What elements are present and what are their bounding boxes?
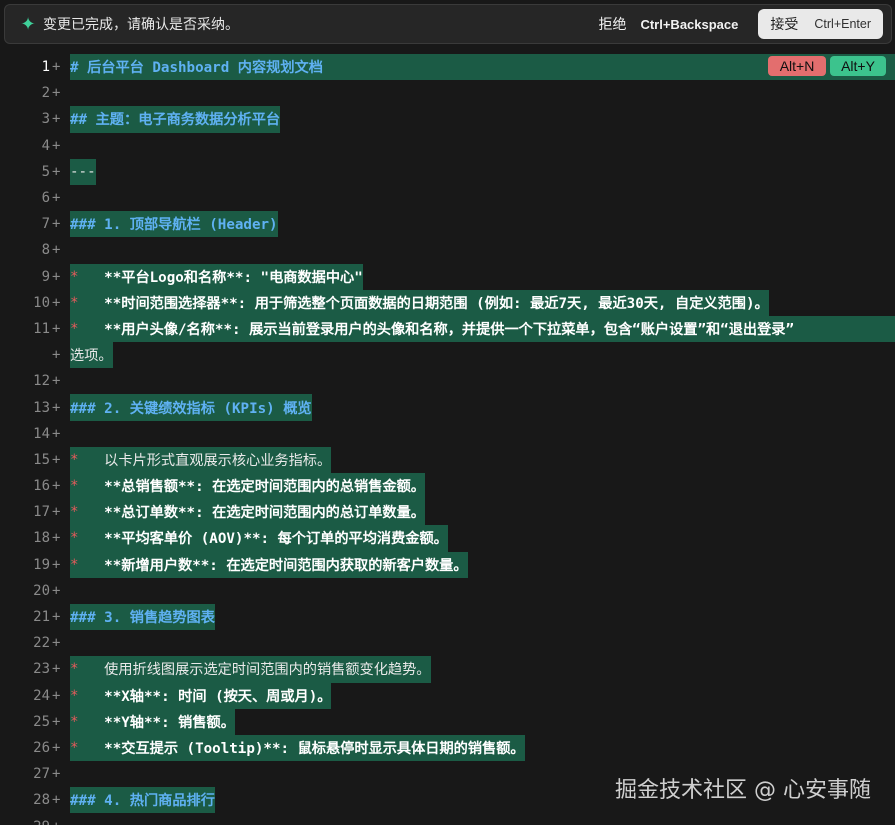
line-gutter: 24 + [33, 687, 61, 704]
line-gutter: 9 + [41, 268, 61, 285]
editor-line: 1 + # 后台平台 Dashboard 内容规划文档 Alt+N Alt+Y [0, 54, 895, 81]
editor-line: 5 + --- [0, 158, 895, 185]
line-gutter: 25 + [33, 713, 61, 730]
line-gutter: 8 + [41, 242, 61, 259]
editor-line-wrap: + 选项。 [0, 342, 895, 369]
line-gutter: 27 + [33, 766, 61, 783]
line-content[interactable]: ### 3. 销售趋势图表 [70, 603, 215, 631]
line-gutter: 5 + [41, 163, 61, 180]
editor-line: 14 + [0, 421, 895, 447]
editor-line: 11 + * **用户头像/名称**: 展示当前登录用户的头像和名称，并提供一个下… [0, 315, 895, 343]
editor-line: 21 + ### 3. 销售趋势图表 [0, 603, 895, 631]
line-content[interactable]: * **平台Logo和名称**: "电商数据中心" [70, 263, 363, 290]
editor-line: 6 + [0, 185, 895, 211]
line-content[interactable]: --- [70, 158, 96, 185]
accept-button[interactable]: 接受 Ctrl+Enter [758, 9, 883, 39]
line-gutter: 20 + [33, 582, 61, 599]
line-gutter: 15 + [33, 451, 61, 468]
line-content[interactable]: ### 4. 热门商品排行 [70, 787, 215, 814]
editor-line: 7 + ### 1. 顶部导航栏 (Header) [0, 211, 895, 238]
code-editor[interactable]: 1 + # 后台平台 Dashboard 内容规划文档 Alt+N Alt+Y 2… [0, 54, 895, 825]
line-content[interactable]: ## 主题：电子商务数据分析平台 [70, 106, 281, 133]
line-gutter: 26 + [33, 739, 61, 756]
line-gutter: 13 + [33, 399, 61, 416]
line-content[interactable]: ### 2. 关键绩效指标 (KPIs) 概览 [70, 394, 312, 421]
line-content[interactable]: * **用户头像/名称**: 展示当前登录用户的头像和名称，并提供一个下拉菜单，… [70, 315, 895, 343]
editor-line: 15 + * 以卡片形式直观展示核心业务指标。 [0, 446, 895, 473]
line-gutter: 11 + [33, 320, 61, 337]
line-content[interactable]: ### 1. 顶部导航栏 (Header) [70, 211, 278, 238]
editor-line: 26 + * **交互提示 (Tooltip)**: 鼠标悬停时显示具体日期的销售… [0, 734, 895, 762]
accept-shortcut: Ctrl+Enter [814, 17, 871, 31]
sparkle-icon: ✦ [20, 13, 36, 34]
line-gutter: 28 + [33, 792, 61, 809]
line-content[interactable]: * 以卡片形式直观展示核心业务指标。 [70, 446, 332, 473]
line-content[interactable]: 选项。 [70, 342, 113, 369]
line-content[interactable]: * **总订单数**: 在选定时间范围内的总订单数量。 [70, 499, 425, 526]
line-content[interactable]: * 使用折线图展示选定时间范围内的销售额变化趋势。 [70, 656, 431, 683]
line-gutter: 6 + [41, 190, 61, 207]
line-gutter: 29+ [0, 813, 66, 825]
reject-shortcut: Ctrl+Backspace [640, 16, 739, 32]
inline-accept-button[interactable]: Alt+Y [830, 56, 886, 76]
editor-line: 29+ [0, 813, 895, 825]
editor-line: 9 + * **平台Logo和名称**: "电商数据中心" [0, 263, 895, 290]
line-content[interactable]: * **Y轴**: 销售额。 [70, 708, 235, 735]
inline-reject-button[interactable]: Alt+N [768, 56, 826, 76]
line-gutter: 16 + [33, 478, 61, 495]
editor-line: 12 + [0, 368, 895, 394]
line-gutter: 21 + [33, 609, 61, 626]
line-gutter: + [52, 347, 61, 364]
added-line-marker: + [52, 59, 61, 76]
line-gutter: 2 + [41, 85, 61, 102]
line-gutter: 17 + [33, 504, 61, 521]
line-gutter: 14 + [33, 425, 61, 442]
editor-line: 8 + [0, 237, 895, 263]
line-content[interactable]: * **总销售额**: 在选定时间范围内的总销售金额。 [70, 473, 425, 500]
editor-line: 18 + * **平均客单价 (AOV)**: 每个订单的平均消费金额。 [0, 525, 895, 552]
editor-line: 3 + ## 主题：电子商务数据分析平台 [0, 106, 895, 133]
line-gutter: 22 + [33, 635, 61, 652]
line-gutter: 7 + [41, 216, 61, 233]
editor-line: 20 + [0, 578, 895, 604]
change-notification-bar: ✦ 变更已完成，请确认是否采纳。 拒绝 Ctrl+Backspace 接受 Ct… [4, 4, 892, 44]
editor-line: 16 + * **总销售额**: 在选定时间范围内的总销售金额。 [0, 473, 895, 500]
editor-line: 2 + [0, 80, 895, 106]
editor-line: 24 + * **X轴**: 时间 (按天、周或月)。 [0, 682, 895, 709]
notification-message: 变更已完成，请确认是否采纳。 [43, 16, 239, 32]
line-gutter: 4 + [41, 137, 61, 154]
line-content[interactable]: * **平均客单价 (AOV)**: 每个订单的平均消费金额。 [70, 525, 448, 552]
editor-line: 10 + * **时间范围选择器**: 用于筛选整个页面数据的日期范围 (例如: … [0, 289, 895, 316]
line-content[interactable]: * **时间范围选择器**: 用于筛选整个页面数据的日期范围 (例如: 最近7天… [70, 289, 769, 316]
line-gutter: 19 + [33, 556, 61, 573]
line-gutter: 10 + [33, 294, 61, 311]
line-gutter: 3 + [41, 111, 61, 128]
line-gutter: 23 + [33, 661, 61, 678]
line-content[interactable]: * **X轴**: 时间 (按天、周或月)。 [70, 682, 332, 709]
editor-line: 4 + [0, 133, 895, 159]
line-gutter: 18 + [33, 530, 61, 547]
accept-label: 接受 [770, 16, 799, 32]
line-gutter: 12 + [33, 373, 61, 390]
editor-line: 17 + * **总订单数**: 在选定时间范围内的总订单数量。 [0, 499, 895, 526]
editor-line: 19 + * **新增用户数**: 在选定时间范围内获取的新客户数量。 [0, 551, 895, 578]
line-content[interactable]: * **新增用户数**: 在选定时间范围内获取的新客户数量。 [70, 551, 468, 578]
editor-line: 23 + * 使用折线图展示选定时间范围内的销售额变化趋势。 [0, 656, 895, 683]
editor-line: 13 + ### 2. 关键绩效指标 (KPIs) 概览 [0, 394, 895, 421]
line-content[interactable]: * **交互提示 (Tooltip)**: 鼠标悬停时显示具体日期的销售额。 [70, 734, 525, 762]
editor-line: 25 + * **Y轴**: 销售额。 [0, 708, 895, 735]
watermark: 掘金技术社区 @ 心安事随 [615, 778, 871, 803]
editor-line: 22 + [0, 630, 895, 656]
line-gutter: 1 + [0, 54, 66, 80]
reject-button[interactable]: 拒绝 [598, 14, 626, 34]
